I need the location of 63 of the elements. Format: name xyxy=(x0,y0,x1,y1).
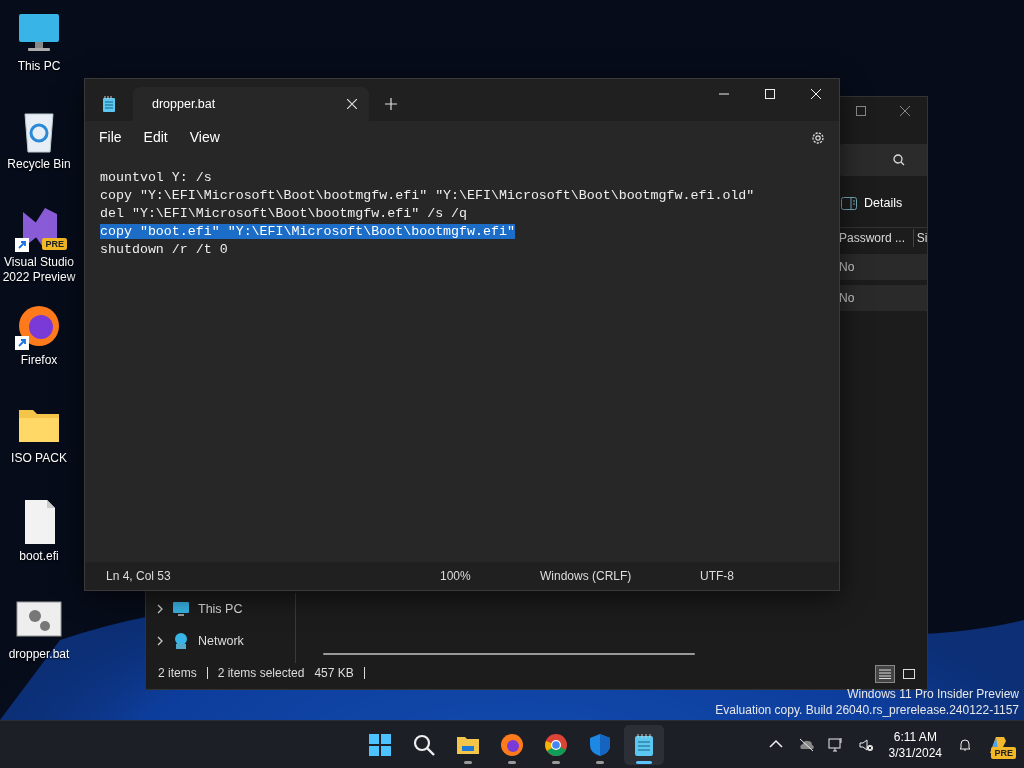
watermark-text: Windows 11 Pro Insider Preview xyxy=(846,686,1019,702)
settings-icon xyxy=(810,129,826,146)
browser-icon xyxy=(544,732,568,757)
browser-icon xyxy=(500,732,524,757)
chevron-icon[interactable] xyxy=(156,604,164,614)
status-text: UTF-8 xyxy=(700,568,735,585)
desktop-icon-label[interactable]: ISO PACK xyxy=(11,451,67,466)
maximize-icon xyxy=(856,106,866,116)
close-tab-button[interactable] xyxy=(347,99,357,109)
nav-item[interactable]: Network xyxy=(146,625,250,657)
taskbar-button[interactable] xyxy=(624,724,664,765)
monitor-icon xyxy=(172,600,190,618)
status-text: Windows (CRLF) xyxy=(540,568,633,585)
tab-title: dropper.bat xyxy=(152,95,216,113)
menu-item[interactable]: View xyxy=(181,125,228,150)
details-view-button[interactable] xyxy=(875,665,895,683)
monitor-icon[interactable] xyxy=(827,737,844,753)
notepad-icon xyxy=(102,95,116,113)
desktop-icon-label[interactable]: boot.efi xyxy=(19,549,59,564)
watermark-text: Evaluation copy. Build 26040.rs_prerelease.240122-1157 xyxy=(715,702,1019,718)
maximize-icon xyxy=(765,89,775,99)
search-icon xyxy=(893,154,905,166)
code-line: shutdown /r /t 0 xyxy=(100,242,228,257)
status-text: Ln 4, Col 53 xyxy=(105,568,172,585)
speaker-muted-icon[interactable] xyxy=(857,737,874,753)
badge-text: PRE xyxy=(42,238,67,250)
code-line: mountvol Y: /s xyxy=(100,170,212,185)
desktop-icon-label[interactable]: Visual Studio 2022 Preview xyxy=(0,255,78,285)
code-line: copy "Y:\EFI\Microsoft\Boot\bootmgfw.efi" "Y:\EFI\Microsoft\Boot\bootmgfw.efi.old" xyxy=(100,188,755,203)
clock[interactable]: 6:11 AM 3/31/2024 xyxy=(880,729,950,761)
status-text: 457 KB xyxy=(314,665,354,682)
shield-icon xyxy=(588,732,612,757)
windows-logo-icon xyxy=(368,732,392,757)
square-icon xyxy=(903,669,915,679)
badge-text: PRE xyxy=(991,747,1016,759)
desktop-icon-label[interactable]: Firefox xyxy=(20,353,58,368)
panel-icon xyxy=(841,196,857,210)
code-line: del "Y:\EFI\Microsoft\Boot\bootmgfw.efi" /s /q xyxy=(100,206,468,221)
close-icon xyxy=(900,106,910,116)
table-cell-text: No xyxy=(839,258,855,276)
search-field[interactable] xyxy=(839,144,927,176)
close-icon xyxy=(811,89,821,99)
status-text: 2 items selected xyxy=(217,665,305,682)
chevron-icon[interactable] xyxy=(156,636,164,646)
desktop-icon-label[interactable]: dropper.bat xyxy=(8,647,70,662)
menu-item[interactable]: File xyxy=(91,125,130,150)
list-icon xyxy=(879,669,891,679)
desktop-icon-label[interactable]: This PC xyxy=(17,59,61,74)
nav-item[interactable]: This PC xyxy=(146,593,249,625)
bell-icon[interactable] xyxy=(957,737,973,753)
column-header[interactable]: Si xyxy=(913,229,927,248)
search-icon xyxy=(412,732,436,757)
menu-item[interactable]: Edit xyxy=(135,125,176,150)
plus-icon xyxy=(385,98,397,110)
desktop-icon-label[interactable]: Recycle Bin xyxy=(7,157,71,172)
scrollbar[interactable] xyxy=(323,653,695,655)
details-button[interactable]: Details xyxy=(839,194,927,213)
status-text: 100% xyxy=(440,568,472,585)
close-icon xyxy=(347,99,357,109)
table-cell-text: No xyxy=(839,289,855,307)
notepad-icon xyxy=(632,732,656,757)
status-text: 2 items xyxy=(158,665,197,682)
cloud-icon[interactable] xyxy=(797,737,814,753)
